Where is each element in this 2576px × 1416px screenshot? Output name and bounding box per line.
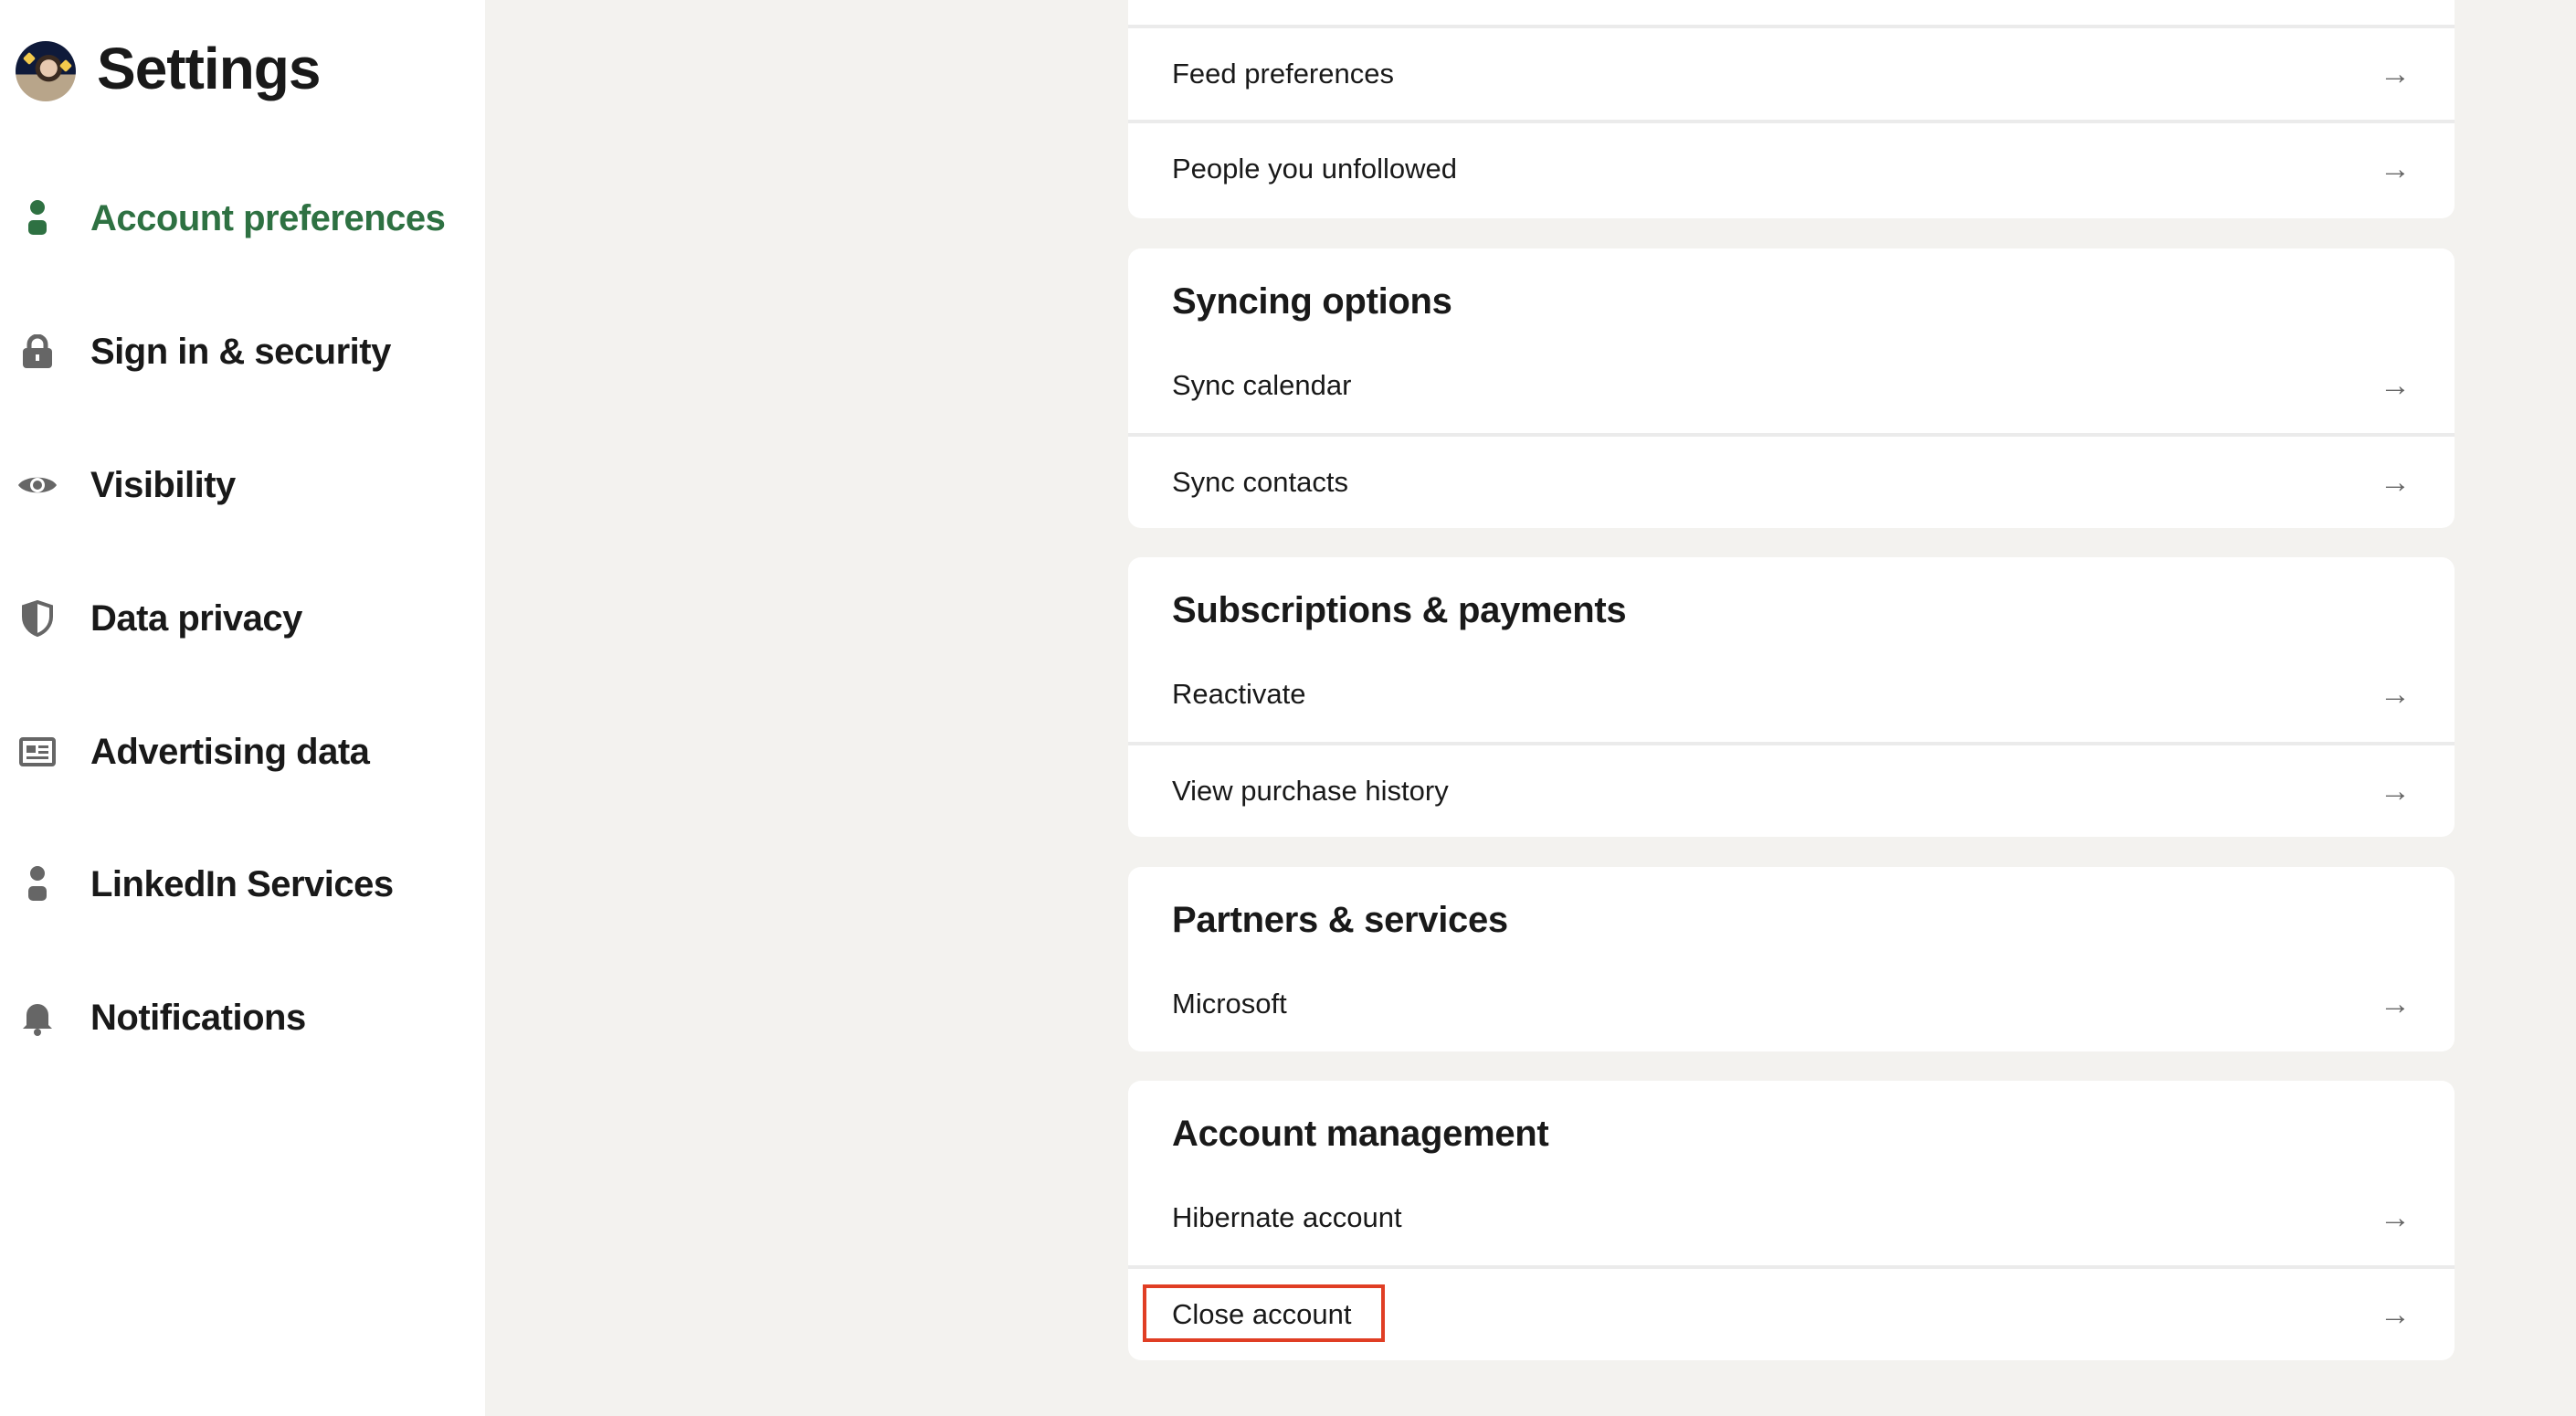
arrow-right-icon: → [2380, 151, 2411, 186]
row-sync-calendar[interactable]: Sync calendar → [1128, 338, 2455, 433]
section-title: Account management [1172, 1113, 1549, 1154]
sidebar-item-label: Visibility [90, 464, 236, 505]
arrow-right-icon: → [2380, 676, 2411, 712]
section-title: Partners & services [1172, 899, 1508, 940]
row-label: Reactivate [1172, 678, 1306, 710]
row-microsoft[interactable]: Microsoft → [1128, 956, 2455, 1051]
row-label: Microsoft [1172, 988, 1287, 1020]
row-feed-preferences[interactable]: Feed preferences → [1128, 25, 2455, 120]
settings-card-partners: Partners & services Microsoft → [1128, 867, 2455, 1051]
sidebar-item-label: Account preferences [90, 197, 446, 238]
row-label: Close account [1172, 1298, 1352, 1330]
row-label: People you unfollowed [1172, 153, 1457, 185]
shield-icon [0, 600, 75, 637]
settings-card-syncing: Syncing options Sync calendar → Sync cont… [1128, 248, 2455, 528]
settings-card-feed: Feed preferences → People you unfollowed → [1128, 0, 2455, 218]
sidebar: Settings Account preferences Sign in & s… [0, 0, 485, 1416]
row-people-you-unfollowed[interactable]: People you unfollowed → [1128, 120, 2455, 215]
row-reactivate[interactable]: Reactivate → [1128, 647, 2455, 742]
row-label: Sync contacts [1172, 466, 1348, 498]
arrow-right-icon: → [2380, 464, 2411, 500]
section-title: Subscriptions & payments [1172, 589, 1627, 630]
page-title: Settings [97, 36, 321, 101]
row-label: Hibernate account [1172, 1201, 1402, 1233]
arrow-right-icon: → [2380, 986, 2411, 1021]
avatar[interactable] [16, 41, 76, 101]
settings-card-account-management: Account management Hibernate account → Cl… [1128, 1081, 2455, 1360]
sidebar-item-label: Data privacy [90, 597, 302, 639]
person-icon [0, 200, 75, 237]
settings-card-subscriptions: Subscriptions & payments Reactivate → Vie… [1128, 557, 2455, 837]
sidebar-item-label: Notifications [90, 997, 306, 1038]
sidebar-item-label: LinkedIn Services [90, 863, 394, 904]
sidebar-item-advertising-data[interactable]: Advertising data [0, 715, 485, 788]
row-close-account[interactable]: Close account → [1128, 1265, 2455, 1360]
row-label: Feed preferences [1172, 58, 1394, 90]
arrow-right-icon: → [2380, 56, 2411, 91]
sidebar-item-visibility[interactable]: Visibility [0, 449, 485, 522]
row-label: Sync calendar [1172, 369, 1352, 401]
sidebar-item-linkedin-services[interactable]: LinkedIn Services [0, 848, 485, 921]
arrow-right-icon: → [2380, 1199, 2411, 1235]
row-hibernate-account[interactable]: Hibernate account → [1128, 1170, 2455, 1265]
sidebar-item-data-privacy[interactable]: Data privacy [0, 582, 485, 655]
row-sync-contacts[interactable]: Sync contacts → [1128, 433, 2455, 528]
bell-icon [0, 999, 75, 1036]
lock-icon [0, 334, 75, 369]
sidebar-item-account-preferences[interactable]: Account preferences [0, 182, 485, 255]
row-view-purchase-history[interactable]: View purchase history → [1128, 742, 2455, 837]
eye-icon [0, 473, 75, 497]
newspaper-icon [0, 737, 75, 766]
sidebar-item-label: Advertising data [90, 731, 370, 772]
row-label: View purchase history [1172, 775, 1449, 807]
sidebar-item-label: Sign in & security [90, 331, 391, 372]
sidebar-item-sign-in-security[interactable]: Sign in & security [0, 315, 485, 388]
sidebar-item-notifications[interactable]: Notifications [0, 981, 485, 1054]
section-title: Syncing options [1172, 280, 1452, 322]
person-icon [0, 866, 75, 903]
arrow-right-icon: → [2380, 1296, 2411, 1332]
arrow-right-icon: → [2380, 367, 2411, 403]
arrow-right-icon: → [2380, 773, 2411, 808]
